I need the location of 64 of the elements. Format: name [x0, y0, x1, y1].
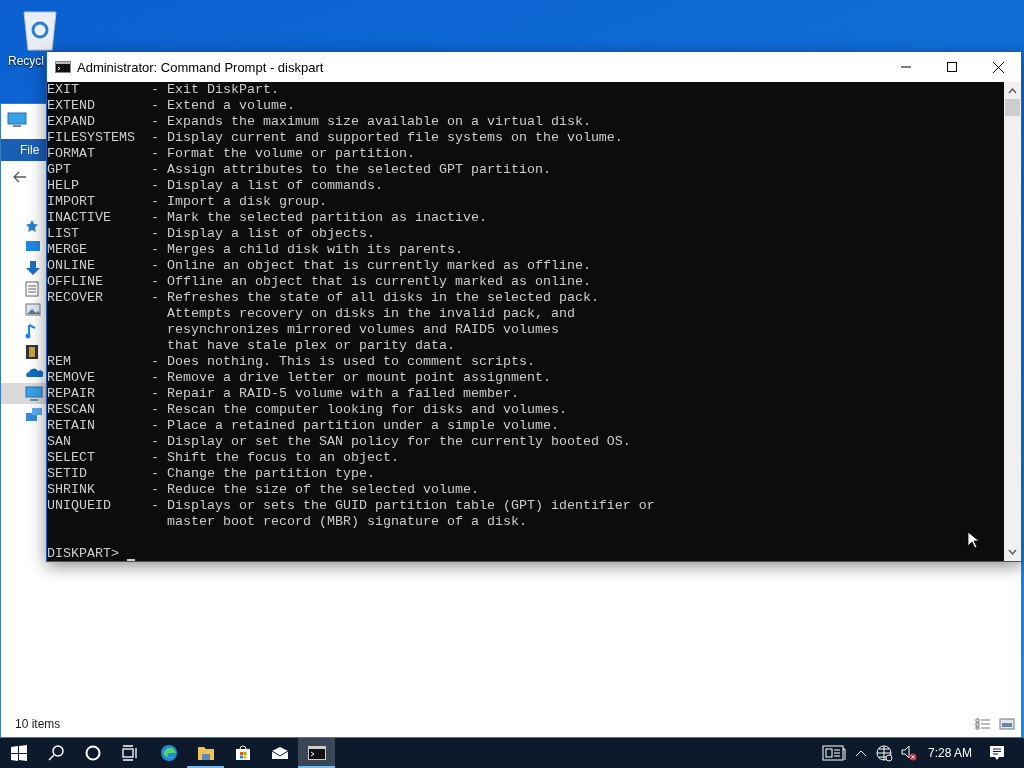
window-title: Administrator: Command Prompt - diskpart — [77, 59, 325, 75]
download-icon — [25, 259, 41, 276]
search-icon — [47, 745, 64, 761]
console-output-line: REPAIR - Repair a RAID-5 volume with a failed member. — [47, 386, 519, 401]
console-output-line: EXPAND - Expands the maximum size available on a virtual disk. — [47, 114, 591, 129]
cloud-icon — [25, 367, 43, 378]
console-output-line: FORMAT - Format the volume or partition. — [47, 146, 415, 161]
details-view-icon[interactable] — [975, 718, 991, 730]
shopping-bag-icon — [234, 745, 251, 761]
film-icon — [25, 343, 39, 360]
large-icons-view-icon[interactable] — [999, 718, 1015, 730]
console-output-line: UNIQUEID - Displays or sets the GUID partition table (GPT) identifier or — [47, 498, 655, 513]
console-output-line: REM - Does nothing. This is used to comment scripts. — [47, 354, 535, 369]
console-output-line: GPT - Assign attributes to the selected GPT partition. — [47, 162, 551, 177]
console-output-line: master boot record (MBR) signature of a disk. — [165, 514, 527, 529]
recycle-bin-icon[interactable] — [20, 8, 60, 52]
console-output-line: LIST - Display a list of objects. — [47, 226, 375, 241]
console-output-line: RESCAN - Rescan the computer looking for disks and volumes. — [47, 402, 567, 417]
circle-icon — [84, 745, 101, 761]
desktop-icon — [25, 239, 41, 254]
command-prompt: DISKPART> — [47, 546, 119, 561]
console-output-line: RECOVER - Refreshes the state of all disks in the selected pack. — [47, 290, 599, 305]
terminal-icon — [55, 61, 71, 73]
document-icon — [25, 280, 39, 297]
close-icon — [992, 61, 1004, 73]
console-output-line: SETID - Change the partition type. — [47, 466, 375, 481]
desktop-icon-label: Recycl — [8, 54, 44, 68]
maximize-icon — [947, 62, 957, 72]
star-icon — [25, 218, 39, 233]
item-count: 10 items — [15, 717, 61, 731]
console-output-line: INACTIVE - Mark the selected partition as inactive. — [47, 210, 487, 225]
console-output-line: resynchronizes mirrored volumes and RAID5 volumes — [165, 322, 559, 337]
computer-icon — [25, 385, 43, 402]
console-output-line: REMOVE - Remove a drive letter or mount point assignment. — [47, 370, 551, 385]
console-output-line: SAN - Display or set the SAN policy for the currently booted OS. — [47, 434, 631, 449]
back-arrow-icon[interactable] — [13, 171, 27, 183]
console-output-line: EXTEND - Extend a volume. — [47, 98, 295, 113]
console-output-line: MERGE - Merges a child disk with its parents. — [47, 242, 463, 257]
windows-logo-icon — [10, 745, 27, 761]
picture-icon — [25, 303, 41, 316]
console-output-line: SHRINK - Reduce the size of the selected volume. — [47, 482, 479, 497]
console-output-line: that have stale plex or parity data. — [165, 338, 455, 353]
console-output-line: Attempts recovery on disks in the invalid pack, and — [165, 306, 575, 321]
clock[interactable]: 7:28 AM — [921, 746, 984, 760]
console-output-line: SELECT - Shift the focus to an object. — [47, 450, 399, 465]
file-tab[interactable]: File — [1, 139, 46, 161]
folder-icon — [196, 745, 215, 761]
envelope-icon — [270, 746, 289, 760]
console-output-line: IMPORT - Import a disk group. — [47, 194, 327, 209]
console-output-line: OFFLINE - Offline an object that is currently marked as online. — [47, 274, 591, 289]
network-icon — [25, 406, 43, 423]
console-output-line: RETAIN - Place a retained partition under a simple volume. — [47, 418, 559, 433]
mouse-pointer-icon — [967, 531, 979, 549]
task-view-icon — [121, 745, 138, 761]
console-output-line: HELP - Display a list of commands. — [47, 178, 383, 193]
computer-icon — [7, 112, 27, 128]
music-note-icon — [25, 322, 37, 339]
console-output-line: FILESYSTEMS - Display current and supported file systems on the volume. — [47, 130, 623, 145]
terminal-icon — [307, 746, 326, 760]
console-output-line: EXIT - Exit DiskPart. — [47, 82, 279, 97]
taskbar-button[interactable] — [298, 738, 335, 768]
scrollbar-thumb[interactable] — [1005, 99, 1020, 116]
console-output-line: ONLINE - Online an object that is currently marked as offline. — [47, 258, 591, 273]
browser-icon — [159, 744, 178, 762]
